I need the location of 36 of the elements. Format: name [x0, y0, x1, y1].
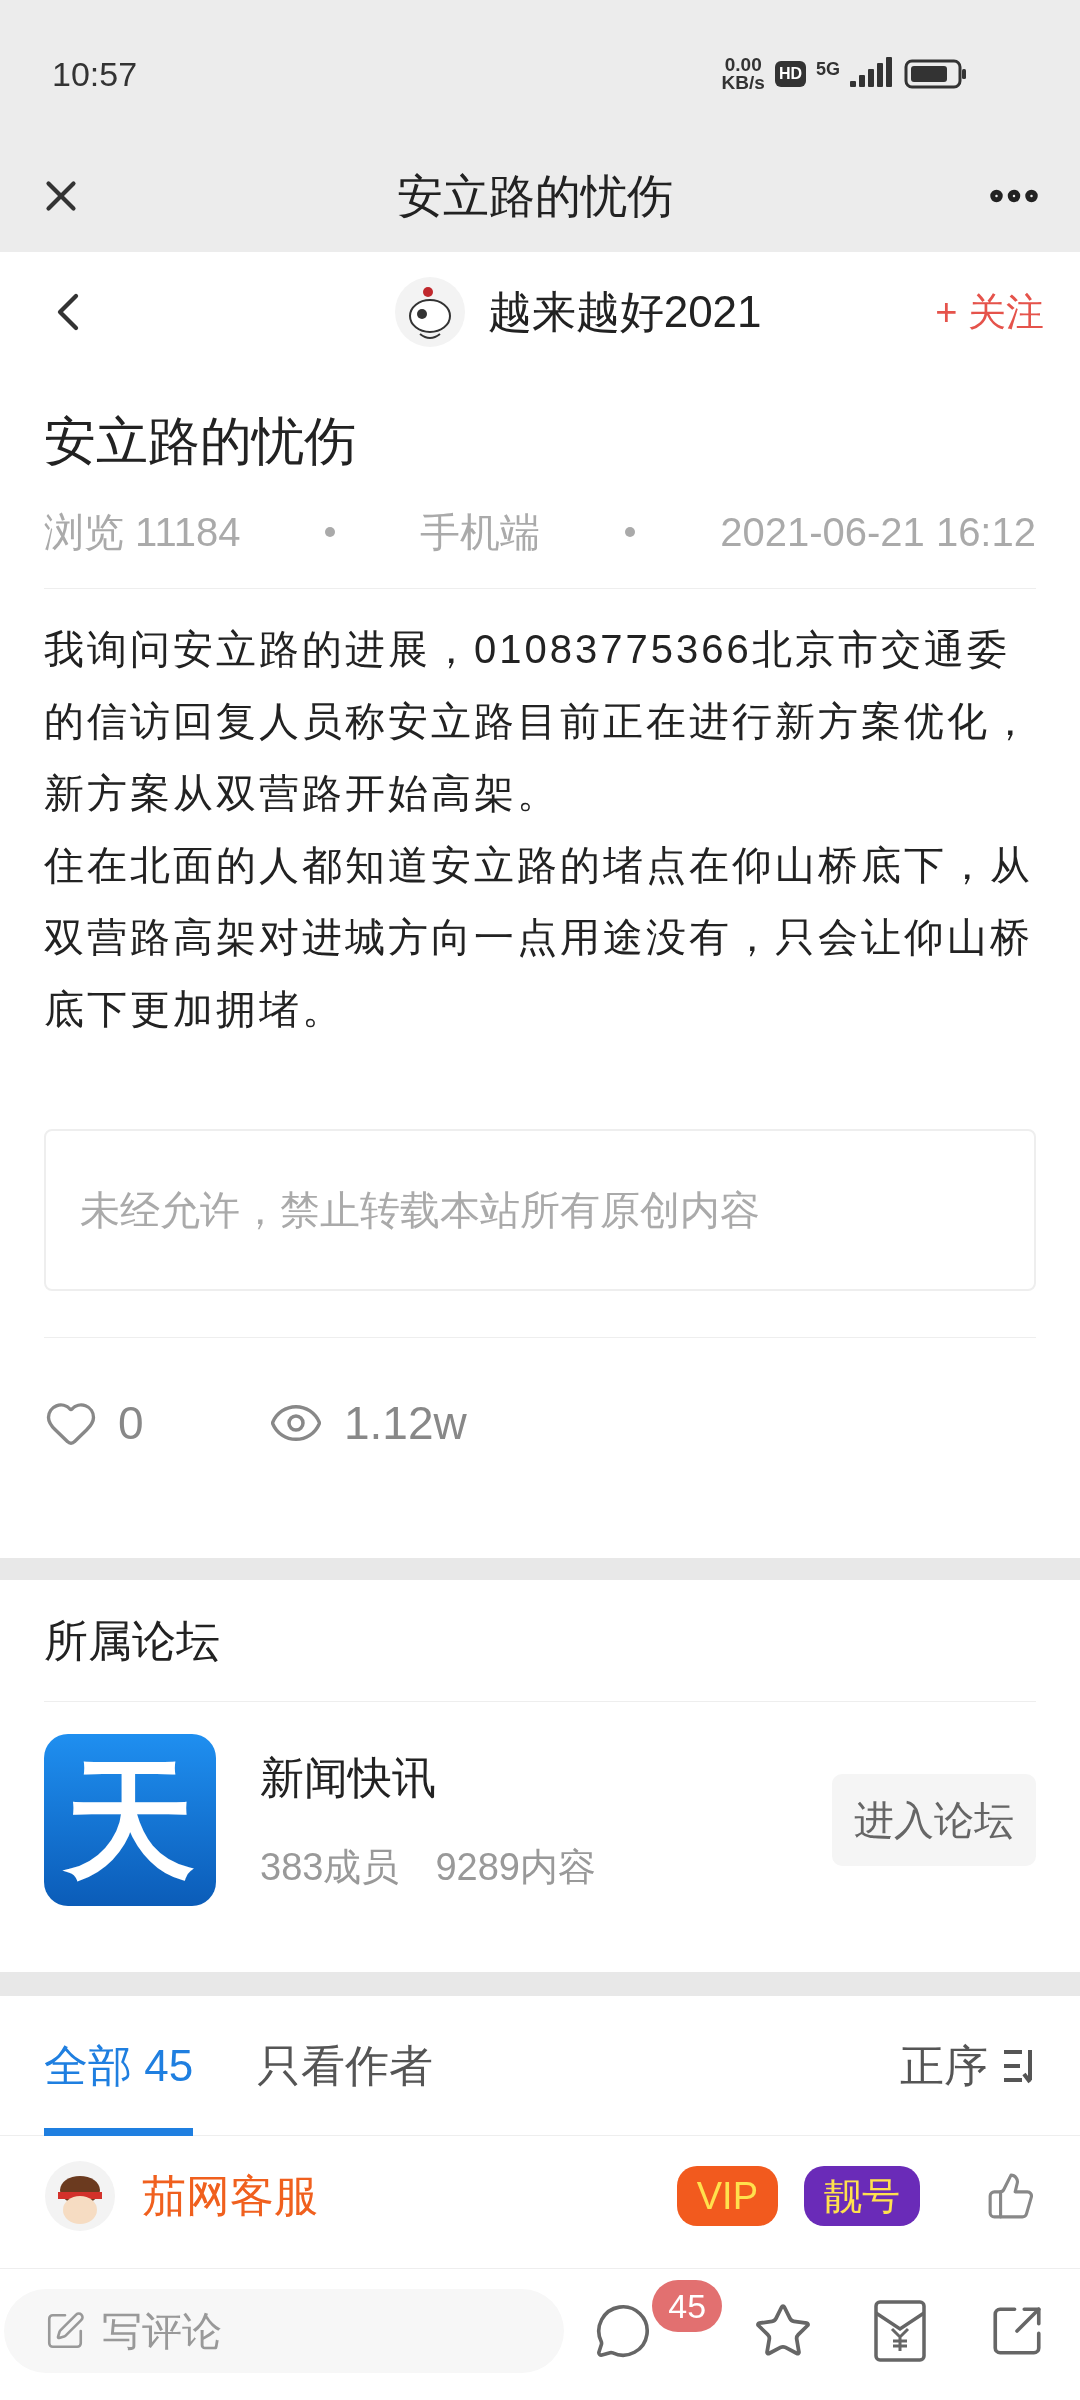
- enter-forum-button[interactable]: 进入论坛: [832, 1774, 1036, 1866]
- avatar-icon: [44, 2160, 116, 2232]
- comment-tab[interactable]: 只看作者: [257, 1995, 434, 2136]
- avatar-icon: [393, 276, 466, 348]
- envelope-icon: [873, 2298, 928, 2363]
- post-title: 安立路的忧伤: [44, 411, 357, 472]
- comment-count-badge: 45: [652, 2279, 723, 2332]
- follow-button[interactable]: + 关注: [935, 283, 1044, 341]
- view-count: 浏览 11184: [44, 509, 241, 556]
- network-speed-unit: KB/s: [721, 74, 765, 92]
- status-time: 10:57: [52, 53, 138, 95]
- page-title: 安立路的忧伤: [397, 168, 673, 224]
- user-badge: 靓号: [804, 2166, 920, 2226]
- comment-tab[interactable]: 全部 45: [44, 1995, 194, 2136]
- sort-label[interactable]: 正序: [900, 2032, 988, 2099]
- post-source: 手机端: [420, 509, 541, 556]
- user-badge: VIP: [676, 2166, 778, 2226]
- hd-badge: HD: [774, 61, 806, 87]
- comment-input[interactable]: 写评论: [4, 2288, 564, 2373]
- commenter-name[interactable]: 茄网客服: [142, 2163, 651, 2229]
- post-paragraph: 住在北面的人都知道安立路的堵点在仰山桥底下，从双营路高架对进城方向一点用途没有，只会让仰山桥底下更加拥堵。: [44, 842, 1034, 1033]
- forum-logo[interactable]: 天: [44, 1734, 216, 1906]
- like-count: 0: [118, 1395, 145, 1451]
- forum-name[interactable]: 新闻快讯: [260, 1744, 832, 1811]
- network-speed: 0.00: [724, 56, 762, 74]
- post-paragraph: 我询问安立路的进展，01083775366北京市交通委的信访回复人员称安立路目前正在进行新方案优化，新方案从双营路开始高架。: [44, 626, 1034, 817]
- member-count: 383成员: [260, 1844, 400, 1890]
- thumbs-up-icon[interactable]: [986, 2171, 1036, 2221]
- post-date: 2021-06-21 16:12: [720, 509, 1036, 556]
- section-heading: 所属论坛: [44, 1580, 1036, 1702]
- notice-box: 未经允许，禁止转载本站所有原创内容: [44, 1129, 1036, 1291]
- network-type: 5G: [816, 58, 840, 81]
- view-total: 1.12w: [344, 1395, 467, 1451]
- battery-icon: [904, 58, 968, 90]
- author-name[interactable]: 越来越好2021: [487, 279, 762, 345]
- content-count: 9289内容: [435, 1844, 596, 1890]
